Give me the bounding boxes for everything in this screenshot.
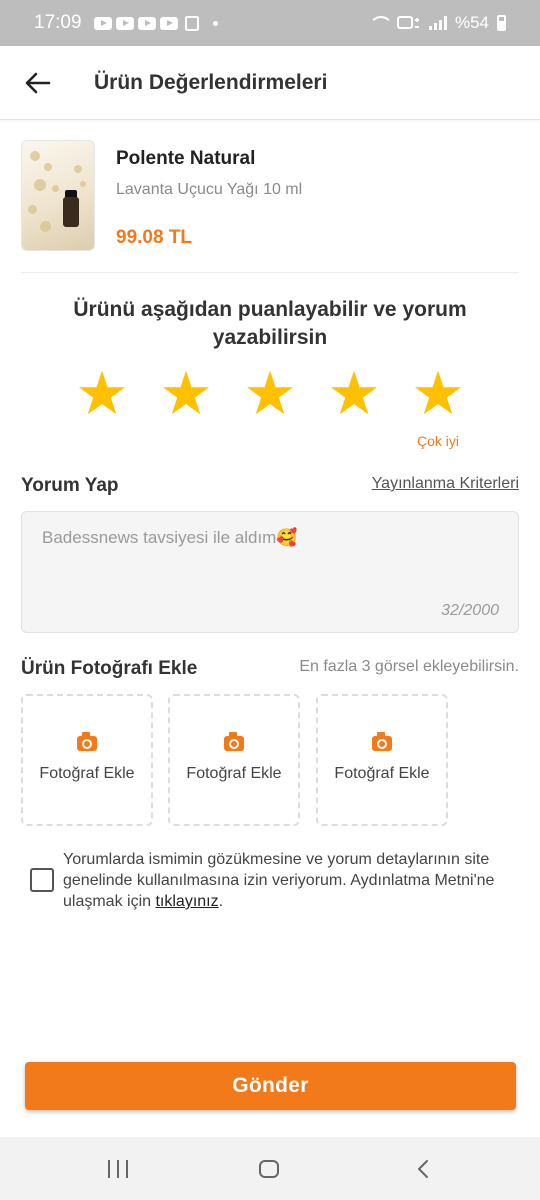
box-icon: [184, 15, 199, 31]
photo-section-title: Ürün Fotoğrafı Ekle: [21, 658, 198, 679]
comment-char-counter: 32/2000: [441, 602, 499, 619]
youtube-icon: [159, 16, 178, 30]
comment-text: Badessnews tavsiyesi ile aldım🥰: [42, 528, 298, 547]
consent-suffix: .: [218, 893, 224, 910]
wifi-icon: [368, 16, 393, 30]
status-right: %54: [368, 13, 506, 33]
add-photo-button[interactable]: Fotoğraf Ekle: [21, 694, 153, 826]
product-summary: Polente Natural Lavanta Uçucu Yağı 10 ml…: [21, 140, 519, 273]
add-photo-button[interactable]: Fotoğraf Ekle: [316, 694, 448, 826]
star-2-icon[interactable]: ★: [158, 364, 214, 424]
rating-prompt-line2: yazabilirsin: [212, 326, 328, 349]
status-left: 17:09: [34, 12, 218, 34]
battery-percent: %54: [454, 13, 489, 32]
product-info: Polente Natural Lavanta Uçucu Yağı 10 ml…: [116, 140, 302, 272]
nav-back-icon[interactable]: [414, 1159, 434, 1179]
more-notifications-dot: [212, 20, 218, 26]
rating-prompt: Ürünü aşağıdan puanlayabilir ve yorum ya…: [40, 296, 500, 352]
battery-icon: [497, 15, 506, 31]
consent-body: Yorumlarda ismimin gözükmesine ve yorum …: [63, 851, 495, 910]
system-nav-bar: [0, 1137, 540, 1200]
rating-prompt-line1: Ürünü aşağıdan puanlayabilir ve yorum: [73, 298, 467, 321]
page-title: Ürün Değerlendirmeleri: [94, 70, 328, 94]
camera-icon: [77, 732, 97, 751]
publication-criteria-link[interactable]: Yayınlanma Kriterleri: [372, 475, 519, 493]
youtube-icon: [137, 16, 156, 30]
star-5-icon[interactable]: ★: [410, 364, 466, 424]
add-photo-button[interactable]: Fotoğraf Ekle: [168, 694, 300, 826]
recents-icon[interactable]: [108, 1160, 130, 1178]
add-photo-label: Fotoğraf Ekle: [186, 765, 282, 782]
rating-caption: Çok iyi: [416, 433, 459, 449]
status-time: 17:09: [34, 12, 82, 33]
signal-icon: [428, 16, 447, 30]
star-4-icon[interactable]: ★: [326, 364, 382, 424]
youtube-icon: [93, 16, 112, 30]
youtube-icon: [115, 16, 134, 30]
star-1-icon[interactable]: ★: [74, 364, 130, 424]
home-icon[interactable]: [259, 1160, 279, 1178]
arrow-left-icon: [25, 72, 51, 93]
product-brand: Polente Natural: [116, 148, 256, 169]
photo-hint: En fazla 3 görsel ekleyebilirsin.: [299, 658, 519, 675]
back-button[interactable]: [18, 63, 58, 103]
product-image: [21, 140, 95, 251]
submit-button[interactable]: Gönder: [25, 1062, 516, 1110]
product-name: Lavanta Uçucu Yağı 10 ml: [116, 181, 303, 198]
volte-icon: [396, 16, 419, 29]
star-rating: ★ ★ ★ ★ ★: [60, 364, 480, 430]
consent-text: Yorumlarda ismimin gözükmesine ve yorum …: [63, 849, 510, 912]
status-bar: 17:09 %54: [0, 0, 540, 46]
app-header: Ürün Değerlendirmeleri: [0, 46, 540, 120]
camera-icon: [224, 732, 244, 751]
consent-row: Yorumlarda ismimin gözükmesine ve yorum …: [30, 849, 510, 912]
comment-textarea[interactable]: Badessnews tavsiyesi ile aldım🥰 32/2000: [21, 511, 519, 633]
privacy-notice-link[interactable]: tıklayınız: [155, 893, 218, 910]
add-photo-label: Fotoğraf Ekle: [39, 765, 135, 782]
comment-section-title: Yorum Yap: [21, 475, 119, 496]
add-photo-label: Fotoğraf Ekle: [334, 765, 430, 782]
camera-icon: [372, 732, 392, 751]
product-price: 99.08 TL: [116, 227, 193, 248]
consent-checkbox[interactable]: [30, 868, 54, 892]
star-3-icon[interactable]: ★: [242, 364, 298, 424]
